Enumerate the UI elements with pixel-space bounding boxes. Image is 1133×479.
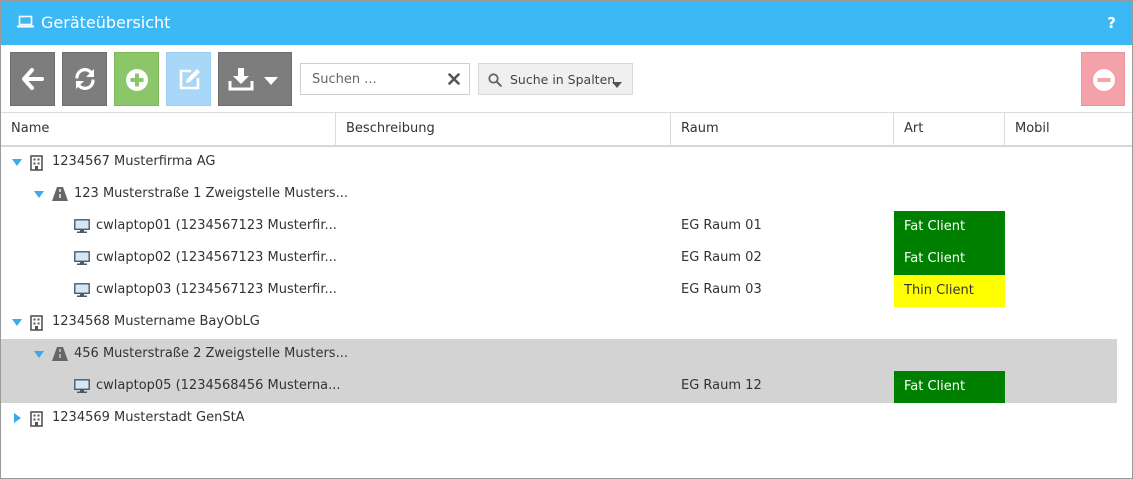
tree-row-device[interactable]: cwlaptop03 (1234567123 Musterfir... EG R… <box>1 275 1132 307</box>
tree-row-device[interactable]: cwlaptop01 (1234567123 Musterfir... EG R… <box>1 211 1132 243</box>
row-name: 1234568 Mustername BayObLG <box>52 314 260 329</box>
toolbar: Suche in Spalten <box>1 45 1132 113</box>
building-icon <box>30 411 43 427</box>
building-icon <box>30 155 43 171</box>
table-header: Name Beschreibung Raum Art Mobil <box>1 112 1132 147</box>
road-icon <box>52 347 68 361</box>
row-raum: EG Raum 12 <box>681 378 762 393</box>
row-raum: EG Raum 02 <box>681 250 762 265</box>
device-overview-window: Geräteübersicht ? Suchen ... Suche in Sp… <box>0 0 1133 479</box>
row-name: cwlaptop01 (1234567123 Musterfir... <box>96 218 337 233</box>
column-header-name[interactable]: Name <box>1 113 336 146</box>
title-bar: Geräteübersicht ? <box>1 1 1132 45</box>
chevron-down-icon <box>612 77 622 92</box>
back-button[interactable] <box>10 52 55 106</box>
computer-icon <box>74 251 90 265</box>
clear-search-icon[interactable] <box>448 73 460 89</box>
help-button[interactable]: ? <box>1107 14 1116 32</box>
tree-row-branch[interactable]: 456 Musterstraße 2 Zweigstelle Musters..… <box>1 339 1117 371</box>
tree-row-device[interactable]: cwlaptop05 (1234568456 Musterna... EG Ra… <box>1 371 1117 403</box>
row-raum: EG Raum 03 <box>681 282 762 297</box>
tree-row-organization[interactable]: 1234569 Musterstadt GenStA <box>1 403 1132 435</box>
building-icon <box>30 315 43 331</box>
arrow-left-icon <box>22 68 44 90</box>
expanded-arrow-icon[interactable] <box>34 191 44 198</box>
column-header-beschreibung[interactable]: Beschreibung <box>336 113 671 146</box>
plus-circle-icon <box>126 69 148 91</box>
minus-circle-icon <box>1093 69 1115 91</box>
expanded-arrow-icon[interactable] <box>12 159 22 166</box>
row-raum: EG Raum 01 <box>681 218 762 233</box>
road-icon <box>52 187 68 201</box>
row-name: 1234567 Musterfirma AG <box>52 154 216 169</box>
window-title: Geräteübersicht <box>41 13 171 32</box>
tree-row-organization[interactable]: 1234567 Musterfirma AG <box>1 147 1132 179</box>
column-header-raum[interactable]: Raum <box>671 113 894 146</box>
search-box <box>300 63 470 95</box>
device-type-badge: Fat Client <box>894 211 1005 243</box>
tree-row-device[interactable]: cwlaptop02 (1234567123 Musterfir... EG R… <box>1 243 1132 275</box>
tree-row-branch[interactable]: 123 Musterstraße 1 Zweigstelle Musters..… <box>1 179 1132 211</box>
device-type-badge: Fat Client <box>894 243 1005 275</box>
search-input[interactable] <box>301 64 441 94</box>
row-name: cwlaptop05 (1234568456 Musterna... <box>96 378 341 393</box>
laptop-icon <box>17 15 34 33</box>
edit-button[interactable] <box>166 52 211 106</box>
row-name: 123 Musterstraße 1 Zweigstelle Musters..… <box>74 186 348 201</box>
expanded-arrow-icon[interactable] <box>12 319 22 326</box>
row-name: cwlaptop02 (1234567123 Musterfir... <box>96 250 337 265</box>
download-icon <box>228 68 254 91</box>
computer-icon <box>74 283 90 297</box>
tree-row-organization[interactable]: 1234568 Mustername BayObLG <box>1 307 1132 339</box>
row-name: cwlaptop03 (1234567123 Musterfir... <box>96 282 337 297</box>
row-name: 1234569 Musterstadt GenStA <box>52 410 245 425</box>
remove-button[interactable] <box>1081 52 1125 106</box>
column-header-art[interactable]: Art <box>894 113 1005 146</box>
caret-down-icon <box>264 77 278 85</box>
add-button[interactable] <box>114 52 159 106</box>
row-name: 456 Musterstraße 2 Zweigstelle Musters..… <box>74 346 348 361</box>
edit-icon <box>179 69 200 90</box>
refresh-button[interactable] <box>62 52 107 106</box>
column-search-label: Suche in Spalten <box>510 72 616 87</box>
computer-icon <box>74 219 90 233</box>
download-menu-button[interactable] <box>218 52 292 106</box>
expanded-arrow-icon[interactable] <box>34 351 44 358</box>
device-type-badge: Fat Client <box>894 371 1005 403</box>
search-icon <box>488 73 502 91</box>
collapsed-arrow-icon[interactable] <box>14 413 21 423</box>
column-search-dropdown[interactable]: Suche in Spalten <box>478 63 633 95</box>
column-header-mobil[interactable]: Mobil <box>1005 113 1132 146</box>
device-type-badge: Thin Client <box>894 275 1005 307</box>
refresh-icon <box>75 68 95 90</box>
computer-icon <box>74 379 90 393</box>
